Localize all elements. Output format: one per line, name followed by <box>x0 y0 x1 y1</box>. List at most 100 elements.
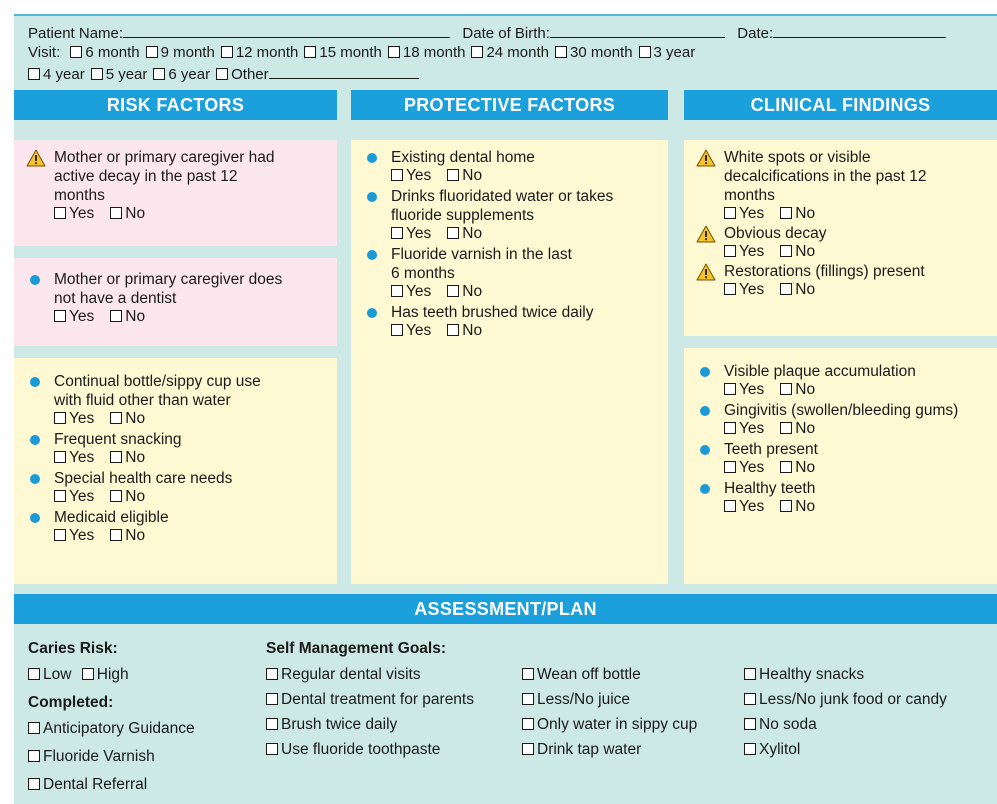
checkbox[interactable] <box>555 46 567 58</box>
checkbox[interactable] <box>266 743 278 755</box>
no-option[interactable]: No <box>110 308 145 326</box>
yes-option[interactable]: Yes <box>54 410 94 428</box>
checkbox[interactable] <box>522 668 534 680</box>
yes-option[interactable]: Yes <box>391 283 431 301</box>
checkbox[interactable] <box>471 46 484 58</box>
checkbox[interactable] <box>266 668 278 680</box>
checkbox[interactable] <box>110 412 123 424</box>
caries-risk-low-option[interactable]: Low <box>28 666 71 684</box>
yes-option[interactable]: Yes <box>391 225 431 243</box>
checkbox[interactable] <box>744 743 756 755</box>
visit-option-6-year[interactable]: 6 year <box>153 66 210 84</box>
checkbox[interactable] <box>522 718 534 730</box>
date-field[interactable] <box>773 24 947 38</box>
no-option[interactable]: No <box>447 322 482 340</box>
checkbox[interactable] <box>724 461 736 473</box>
no-option[interactable]: No <box>110 527 145 545</box>
goal-xylitol-option[interactable]: Xylitol <box>744 741 800 759</box>
checkbox[interactable] <box>54 529 66 541</box>
checkbox[interactable] <box>110 490 123 502</box>
yes-option[interactable]: Yes <box>54 205 94 223</box>
yes-option[interactable]: Yes <box>54 527 94 545</box>
checkbox[interactable] <box>724 207 736 219</box>
checkbox[interactable] <box>153 68 166 80</box>
patient-name-field[interactable] <box>123 24 451 38</box>
goal-no-soda-option[interactable]: No soda <box>744 716 817 734</box>
checkbox[interactable] <box>522 743 534 755</box>
goal-less-no-junk-food-or-candy-option[interactable]: Less/No junk food or candy <box>744 691 947 709</box>
no-option[interactable]: No <box>110 205 145 223</box>
no-option[interactable]: No <box>780 281 815 299</box>
visit-option-30-month[interactable]: 30 month <box>555 44 633 62</box>
checkbox[interactable] <box>28 68 40 80</box>
checkbox[interactable] <box>522 693 534 705</box>
no-option[interactable]: No <box>447 283 482 301</box>
yes-option[interactable]: Yes <box>724 459 764 477</box>
goal-healthy-snacks-option[interactable]: Healthy snacks <box>744 666 864 684</box>
checkbox[interactable] <box>724 383 736 395</box>
checkbox[interactable] <box>54 310 66 322</box>
checkbox[interactable] <box>81 668 94 680</box>
checkbox[interactable] <box>391 285 403 297</box>
checkbox[interactable] <box>28 778 40 790</box>
visit-option-6-month[interactable]: 6 month <box>70 44 140 62</box>
no-option[interactable]: No <box>110 410 145 428</box>
caries-risk-high-option[interactable]: High <box>81 666 129 684</box>
checkbox[interactable] <box>28 722 40 734</box>
no-option[interactable]: No <box>447 167 482 185</box>
no-option[interactable]: No <box>780 459 815 477</box>
visit-option-15-month[interactable]: 15 month <box>304 44 382 62</box>
checkbox[interactable] <box>780 245 793 257</box>
checkbox[interactable] <box>724 500 736 512</box>
yes-option[interactable]: Yes <box>54 308 94 326</box>
checkbox[interactable] <box>638 46 651 58</box>
checkbox[interactable] <box>110 310 123 322</box>
visit-option-24-month[interactable]: 24 month <box>471 44 549 62</box>
yes-option[interactable]: Yes <box>54 488 94 506</box>
checkbox[interactable] <box>780 461 793 473</box>
visit-option-4-year[interactable]: 4 year <box>28 66 85 84</box>
checkbox[interactable] <box>780 283 793 295</box>
no-option[interactable]: No <box>780 381 815 399</box>
checkbox[interactable] <box>70 46 83 58</box>
goal-less-no-juice-option[interactable]: Less/No juice <box>522 691 630 709</box>
no-option[interactable]: No <box>780 498 815 516</box>
checkbox[interactable] <box>54 207 66 219</box>
yes-option[interactable]: Yes <box>724 205 764 223</box>
goal-only-water-in-sippy-cup-option[interactable]: Only water in sippy cup <box>522 716 697 734</box>
checkbox[interactable] <box>145 46 158 58</box>
yes-option[interactable]: Yes <box>724 498 764 516</box>
checkbox[interactable] <box>447 227 460 239</box>
checkbox[interactable] <box>391 169 403 181</box>
checkbox[interactable] <box>220 46 233 58</box>
checkbox[interactable] <box>110 451 123 463</box>
goal-regular-dental-visits-option[interactable]: Regular dental visits <box>266 666 421 684</box>
visit-option-18-month[interactable]: 18 month <box>387 44 465 62</box>
checkbox[interactable] <box>28 750 40 762</box>
checkbox[interactable] <box>724 283 736 295</box>
checkbox[interactable] <box>54 490 66 502</box>
completed-fluoride-varnish-option[interactable]: Fluoride Varnish <box>28 748 155 766</box>
checkbox[interactable] <box>447 285 460 297</box>
completed-dental-referral-option[interactable]: Dental Referral <box>28 776 147 794</box>
visit-option-12-month[interactable]: 12 month <box>220 44 298 62</box>
checkbox[interactable] <box>391 227 403 239</box>
yes-option[interactable]: Yes <box>54 449 94 467</box>
checkbox[interactable] <box>724 422 736 434</box>
visit-other-field[interactable] <box>268 65 419 79</box>
completed-anticipatory-guidance-option[interactable]: Anticipatory Guidance <box>28 720 195 738</box>
visit-option-3-year[interactable]: 3 year <box>638 44 695 62</box>
checkbox[interactable] <box>744 693 756 705</box>
checkbox[interactable] <box>304 46 317 58</box>
checkbox[interactable] <box>780 207 793 219</box>
checkbox[interactable] <box>780 383 793 395</box>
date-of-birth-field[interactable] <box>549 24 725 38</box>
yes-option[interactable]: Yes <box>724 381 764 399</box>
goal-drink-tap-water-option[interactable]: Drink tap water <box>522 741 641 759</box>
checkbox[interactable] <box>391 324 403 336</box>
visit-option-5-year[interactable]: 5 year <box>90 66 147 84</box>
checkbox[interactable] <box>447 169 460 181</box>
checkbox[interactable] <box>28 668 40 680</box>
checkbox[interactable] <box>744 718 756 730</box>
yes-option[interactable]: Yes <box>391 167 431 185</box>
